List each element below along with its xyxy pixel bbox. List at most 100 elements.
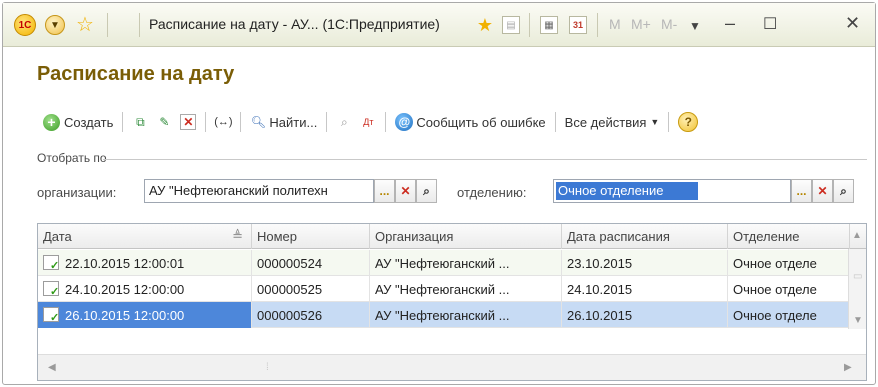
column-header-schedule-date[interactable]: Дата расписания <box>562 224 728 249</box>
vertical-scrollbar[interactable]: ▭ ▼ <box>848 249 866 329</box>
cell-number: 000000525 <box>252 276 370 302</box>
divider <box>554 112 556 132</box>
cell-organization: АУ "Нефтеюганский ... <box>370 276 562 302</box>
page-title: Расписание на дату <box>37 63 235 85</box>
cell-schedule-date: 26.10.2015 <box>562 302 728 328</box>
org-search-button[interactable]: ⌕ <box>416 179 437 203</box>
memory-mplus-button[interactable]: M+ <box>631 16 651 32</box>
copy-button[interactable]: ⧉ <box>128 110 152 134</box>
cell-department: Очное отделе <box>728 302 850 328</box>
history-icon[interactable]: ▤ <box>502 16 520 34</box>
all-actions-button[interactable]: Все действия ▼ <box>561 110 664 134</box>
memory-mminus-button[interactable]: M- <box>661 16 677 32</box>
find-label: Найти... <box>269 114 318 130</box>
column-header-organization[interactable]: Организация <box>370 224 562 249</box>
divider <box>205 112 207 132</box>
divider <box>326 112 328 132</box>
scroll-left-icon[interactable]: ◀ <box>48 362 56 373</box>
divider <box>385 112 387 132</box>
divider <box>103 159 867 160</box>
table-row[interactable]: 26.10.2015 12:00:00 000000526 АУ "Нефтею… <box>38 302 850 328</box>
document-posted-icon <box>43 281 59 298</box>
title-bar: 1С ▼ ☆ Расписание на дату - АУ... (1С:Пр… <box>3 3 875 47</box>
org-filter-label: организации: <box>37 185 117 200</box>
close-button[interactable]: ✕ <box>845 13 860 34</box>
delete-mark-icon: ✕ <box>180 114 197 130</box>
scroll-thumb-icon[interactable]: ⁞ <box>266 362 269 373</box>
cancel-search-button[interactable]: ⌕ <box>332 110 356 134</box>
copy-icon: ⧉ <box>136 114 145 129</box>
scroll-down-icon[interactable]: ▼ <box>853 315 863 326</box>
plus-icon: + <box>43 113 60 131</box>
divider <box>668 112 670 132</box>
schedule-table[interactable]: Дата ≜ Номер Организация Дата расписания… <box>37 223 867 381</box>
column-header-date[interactable]: Дата ≜ <box>38 224 252 249</box>
cell-number: 000000524 <box>252 250 370 276</box>
chevron-down-icon: ▼ <box>650 117 660 127</box>
report-error-label: Сообщить об ошибке <box>416 114 546 130</box>
divider <box>107 13 108 37</box>
horizontal-scrollbar[interactable]: ◀ ⁞ ▶ <box>38 354 866 380</box>
document-posted-icon <box>43 255 59 272</box>
app-window: 1С ▼ ☆ Расписание на дату - АУ... (1С:Пр… <box>2 2 876 385</box>
toolbar: + Создать ⧉ ✎ ✕ (↔) 🔍︎ Найти... ⌕ Дт @ С… <box>39 110 702 134</box>
help-button[interactable]: ? <box>674 110 702 134</box>
cell-date: 22.10.2015 12:00:01 <box>38 250 252 276</box>
search-icon: ⌕ <box>840 183 847 198</box>
cell-department: Очное отделе <box>728 276 850 302</box>
favorite-star-icon[interactable]: ☆ <box>73 13 97 37</box>
delete-button[interactable]: ✕ <box>176 110 200 134</box>
column-header-number[interactable]: Номер <box>252 224 370 249</box>
chevron-down-icon[interactable]: ▼ <box>689 19 701 33</box>
cell-department: Очное отделе <box>728 250 850 276</box>
dept-select-button[interactable]: ... <box>791 179 812 203</box>
dt-kt-icon: Дт <box>363 117 374 127</box>
table-row[interactable]: 22.10.2015 12:00:01 000000524 АУ "Нефтею… <box>38 250 850 276</box>
1c-logo-icon[interactable]: 1С <box>13 13 37 37</box>
dept-filter-label: отделению: <box>457 185 527 200</box>
cell-organization: АУ "Нефтеюганский ... <box>370 302 562 328</box>
table-row[interactable]: 24.10.2015 12:00:00 000000525 АУ "Нефтею… <box>38 276 850 302</box>
menu-dropdown-icon[interactable]: ▼ <box>43 13 67 37</box>
favorite-add-icon[interactable]: ★ <box>473 13 497 37</box>
org-filter-value: АУ "Нефтеюганский политехн <box>149 183 328 198</box>
cancel-search-icon: ⌕ <box>340 114 348 129</box>
dt-kt-button[interactable]: Дт <box>356 110 380 134</box>
calendar-icon[interactable]: 31 <box>569 16 587 34</box>
interval-icon: (↔) <box>214 116 233 128</box>
org-clear-button[interactable]: ✕ <box>395 179 416 203</box>
table-header: Дата ≜ Номер Организация Дата расписания… <box>38 224 866 249</box>
create-button[interactable]: + Создать <box>39 110 117 134</box>
maximize-button[interactable]: ☐ <box>763 14 777 34</box>
create-label: Создать <box>64 114 114 130</box>
org-select-button[interactable]: ... <box>374 179 395 203</box>
divider <box>240 112 242 132</box>
dept-clear-button[interactable]: ✕ <box>812 179 833 203</box>
scroll-up-icon[interactable]: ▲ <box>852 230 862 241</box>
window-title: Расписание на дату - АУ... (1С:Предприят… <box>149 16 440 32</box>
interval-button[interactable]: (↔) <box>211 110 235 134</box>
cell-organization: АУ "Нефтеюганский ... <box>370 250 562 276</box>
org-filter-field[interactable]: АУ "Нефтеюганский политехн <box>144 179 374 203</box>
cell-date: 24.10.2015 12:00:00 <box>38 276 252 302</box>
search-icon: ⌕ <box>423 183 430 198</box>
help-icon: ? <box>678 112 699 132</box>
divider <box>139 13 140 37</box>
divider <box>597 13 598 37</box>
edit-button[interactable]: ✎ <box>152 110 176 134</box>
memory-m-button[interactable]: M <box>609 16 621 32</box>
report-error-button[interactable]: @ Сообщить об ошибке <box>391 110 549 134</box>
column-header-department[interactable]: Отделение <box>728 224 850 249</box>
cell-schedule-date: 24.10.2015 <box>562 276 728 302</box>
document-posted-icon <box>43 307 59 324</box>
all-actions-label: Все действия <box>564 114 647 130</box>
scroll-thumb-icon[interactable]: ▭ <box>853 271 862 282</box>
at-icon: @ <box>395 113 414 131</box>
cell-number: 000000526 <box>252 302 370 328</box>
calculator-icon[interactable]: ▦ <box>540 16 558 34</box>
dept-search-button[interactable]: ⌕ <box>833 179 854 203</box>
minimize-button[interactable]: – <box>725 13 735 34</box>
scroll-right-icon[interactable]: ▶ <box>844 362 852 373</box>
find-button[interactable]: 🔍︎ Найти... <box>246 110 321 134</box>
dept-filter-field[interactable]: Очное отделение <box>553 179 791 203</box>
